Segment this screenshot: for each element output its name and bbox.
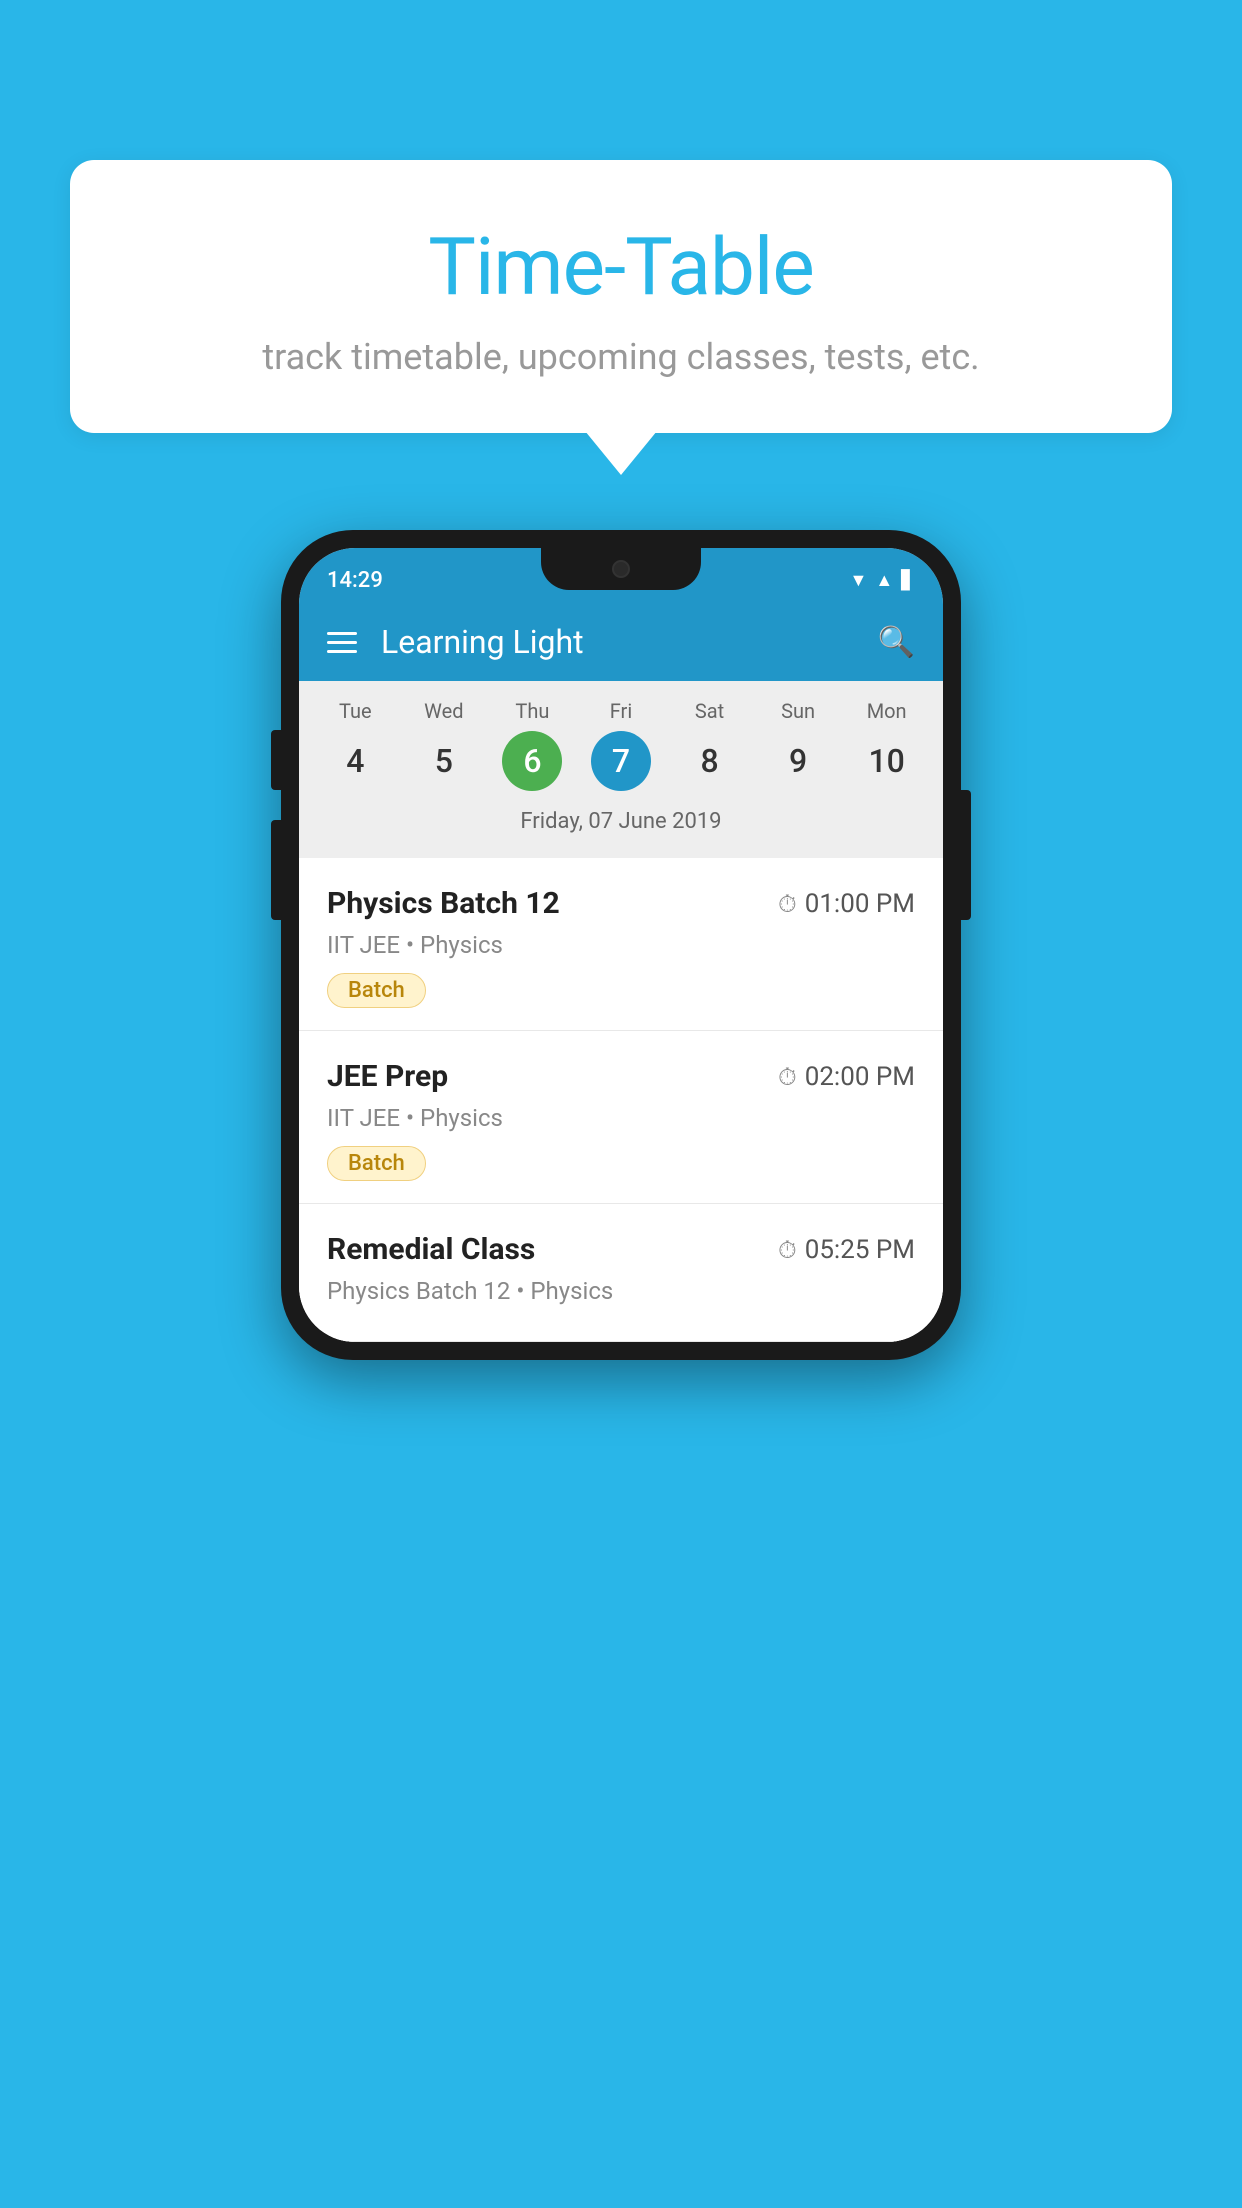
bubble-subtitle: track timetable, upcoming classes, tests… bbox=[120, 336, 1122, 378]
schedule-item-1[interactable]: JEE Prep ⏱ 02:00 PM IIT JEE • Physics Batch bbox=[299, 1031, 943, 1204]
phone-camera bbox=[612, 560, 630, 578]
status-icons: ▼ ▲ ▋ bbox=[850, 570, 916, 591]
item-title: Remedial Class bbox=[327, 1232, 535, 1267]
day-name: Tue bbox=[339, 699, 372, 723]
phone-button-left2 bbox=[271, 820, 281, 920]
time-text: 02:00 PM bbox=[805, 1062, 915, 1092]
hamburger-menu-icon[interactable] bbox=[327, 632, 357, 653]
item-time: ⏱ 02:00 PM bbox=[778, 1062, 915, 1092]
item-time: ⏱ 05:25 PM bbox=[778, 1235, 915, 1265]
phone-screen: 14:29 ▼ ▲ ▋ Learning Light 🔍 bbox=[299, 548, 943, 1342]
app-title: Learning Light bbox=[381, 623, 854, 661]
day-name: Wed bbox=[424, 699, 463, 723]
time-text: 05:25 PM bbox=[805, 1235, 915, 1265]
item-meta: IIT JEE • Physics bbox=[327, 931, 915, 959]
schedule-item-2[interactable]: Remedial Class ⏱ 05:25 PM Physics Batch 12 … bbox=[299, 1204, 943, 1342]
batch-badge: Batch bbox=[327, 973, 426, 1008]
calendar-strip: Tue 4 Wed 5 Thu 6 Fri 7 Sat 8 Sun 9 Mon 10 Friday, 07… bbox=[299, 681, 943, 858]
search-icon[interactable]: 🔍 bbox=[878, 625, 915, 660]
item-title: JEE Prep bbox=[327, 1059, 448, 1094]
status-time: 14:29 bbox=[327, 568, 383, 593]
day-cell-7[interactable]: Fri 7 bbox=[580, 699, 662, 791]
day-cell-6[interactable]: Thu 6 bbox=[491, 699, 573, 791]
day-name: Fri bbox=[610, 699, 632, 723]
clock-icon: ⏱ bbox=[778, 1063, 797, 1091]
hamburger-line1 bbox=[327, 632, 357, 635]
clock-icon: ⏱ bbox=[778, 890, 797, 918]
day-cell-9[interactable]: Sun 9 bbox=[757, 699, 839, 791]
day-number: 6 bbox=[502, 731, 562, 791]
day-name: Sat bbox=[695, 699, 724, 723]
item-header: Physics Batch 12 ⏱ 01:00 PM bbox=[327, 886, 915, 921]
speech-bubble: Time-Table track timetable, upcoming cla… bbox=[70, 160, 1172, 433]
day-number: 10 bbox=[857, 731, 917, 791]
day-row: Tue 4 Wed 5 Thu 6 Fri 7 Sat 8 Sun 9 Mon 10 bbox=[299, 699, 943, 791]
day-number: 5 bbox=[414, 731, 474, 791]
day-name: Mon bbox=[867, 699, 907, 723]
app-bar: Learning Light 🔍 bbox=[299, 603, 943, 681]
hamburger-line2 bbox=[327, 641, 357, 644]
phone-outer: 14:29 ▼ ▲ ▋ Learning Light 🔍 bbox=[281, 530, 961, 1360]
day-cell-5[interactable]: Wed 5 bbox=[403, 699, 485, 791]
schedule-list: Physics Batch 12 ⏱ 01:00 PM IIT JEE • Physi… bbox=[299, 858, 943, 1342]
day-cell-4[interactable]: Tue 4 bbox=[314, 699, 396, 791]
day-name: Sun bbox=[781, 699, 815, 723]
item-meta: Physics Batch 12 • Physics bbox=[327, 1277, 915, 1305]
day-cell-10[interactable]: Mon 10 bbox=[846, 699, 928, 791]
battery-icon: ▋ bbox=[901, 570, 915, 591]
phone-notch bbox=[541, 548, 701, 590]
day-number: 4 bbox=[325, 731, 385, 791]
item-header: JEE Prep ⏱ 02:00 PM bbox=[327, 1059, 915, 1094]
item-title: Physics Batch 12 bbox=[327, 886, 560, 921]
phone-mockup: 14:29 ▼ ▲ ▋ Learning Light 🔍 bbox=[281, 530, 961, 1360]
item-meta: IIT JEE • Physics bbox=[327, 1104, 915, 1132]
day-number: 7 bbox=[591, 731, 651, 791]
bubble-title: Time-Table bbox=[120, 220, 1122, 314]
phone-button-right bbox=[961, 790, 971, 920]
day-cell-8[interactable]: Sat 8 bbox=[669, 699, 751, 791]
phone-button-left1 bbox=[271, 730, 281, 790]
schedule-item-0[interactable]: Physics Batch 12 ⏱ 01:00 PM IIT JEE • Physi… bbox=[299, 858, 943, 1031]
time-text: 01:00 PM bbox=[805, 889, 915, 919]
item-header: Remedial Class ⏱ 05:25 PM bbox=[327, 1232, 915, 1267]
signal-icon: ▲ bbox=[875, 570, 893, 591]
day-number: 9 bbox=[768, 731, 828, 791]
day-number: 8 bbox=[680, 731, 740, 791]
batch-badge: Batch bbox=[327, 1146, 426, 1181]
item-time: ⏱ 01:00 PM bbox=[778, 889, 915, 919]
hamburger-line3 bbox=[327, 650, 357, 653]
day-name: Thu bbox=[515, 699, 549, 723]
clock-icon: ⏱ bbox=[778, 1236, 797, 1264]
wifi-icon: ▼ bbox=[850, 570, 868, 591]
date-label: Friday, 07 June 2019 bbox=[299, 801, 943, 848]
